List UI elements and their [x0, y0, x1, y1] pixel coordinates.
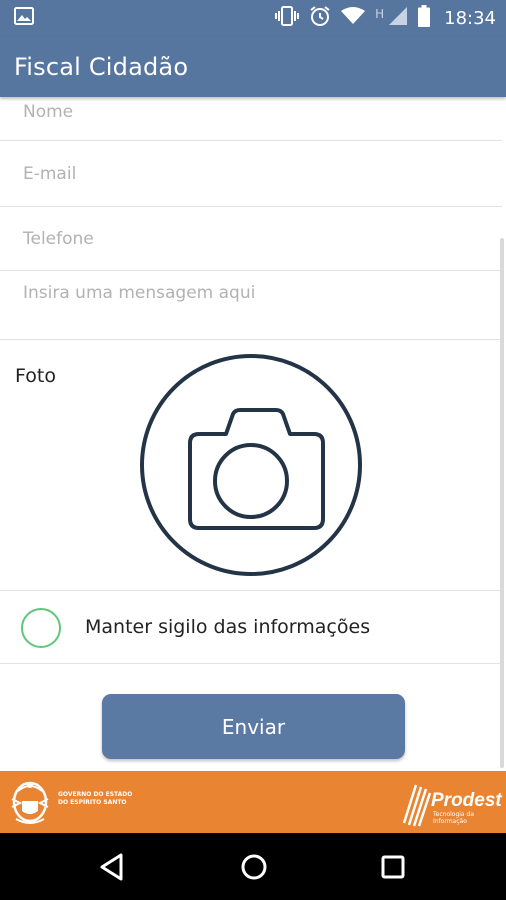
photo-label: Foto: [15, 365, 56, 387]
prodest-logo-icon: [402, 784, 432, 827]
sigilo-radio[interactable]: [21, 608, 61, 648]
nome-input[interactable]: [0, 97, 502, 140]
scrollbar[interactable]: [500, 238, 504, 768]
prodest-name: Prodest: [431, 790, 502, 811]
status-time: 18:34: [444, 8, 496, 29]
status-right: H 18:34: [275, 5, 496, 32]
nome-field-row: [0, 97, 502, 141]
home-icon: [241, 854, 267, 880]
image-notification-icon: [14, 7, 34, 30]
mensagem-input[interactable]: [0, 271, 502, 339]
prodest-subtitle: Tecnologia da Informação: [433, 811, 474, 825]
footer-banner: GOVERNO DO ESTADO DO ESPÍRITO SANTO Prod…: [0, 771, 506, 833]
wifi-icon: [341, 7, 366, 30]
gov-text-line1: GOVERNO DO ESTADO: [58, 791, 133, 798]
sigilo-row: Manter sigilo das informações: [0, 591, 502, 664]
back-icon: [100, 853, 123, 881]
status-left: [14, 7, 34, 30]
cell-signal-icon: [388, 6, 408, 31]
gov-text-line2: DO ESPÍRITO SANTO: [58, 799, 127, 806]
app-bar: Fiscal Cidadão: [0, 37, 506, 97]
gov-text: GOVERNO DO ESTADO DO ESPÍRITO SANTO: [58, 791, 132, 807]
email-field-row: [0, 142, 502, 207]
state-coat-of-arms-logo: [11, 781, 49, 824]
telefone-input[interactable]: [0, 207, 502, 270]
system-nav-bar: [0, 833, 506, 900]
recents-button[interactable]: [377, 851, 409, 883]
camera-button[interactable]: [138, 352, 364, 578]
back-button[interactable]: [97, 851, 129, 883]
photo-section: Foto: [0, 340, 502, 591]
camera-icon: [140, 354, 362, 576]
network-type-label: H: [375, 6, 385, 21]
vibrate-icon: [275, 6, 300, 31]
app-title: Fiscal Cidadão: [14, 53, 189, 81]
alarm-icon: [309, 5, 331, 32]
sigilo-label: Manter sigilo das informações: [85, 616, 371, 638]
battery-icon: [418, 5, 431, 32]
send-button[interactable]: Enviar: [102, 694, 405, 759]
home-button[interactable]: [238, 851, 270, 883]
recents-icon: [381, 855, 405, 879]
status-bar: H 18:34: [0, 0, 506, 37]
email-input[interactable]: [0, 142, 502, 206]
mensagem-field-row: [0, 271, 502, 340]
telefone-field-row: [0, 207, 502, 271]
report-form: Foto Manter sigilo das informações Envia…: [0, 97, 506, 771]
